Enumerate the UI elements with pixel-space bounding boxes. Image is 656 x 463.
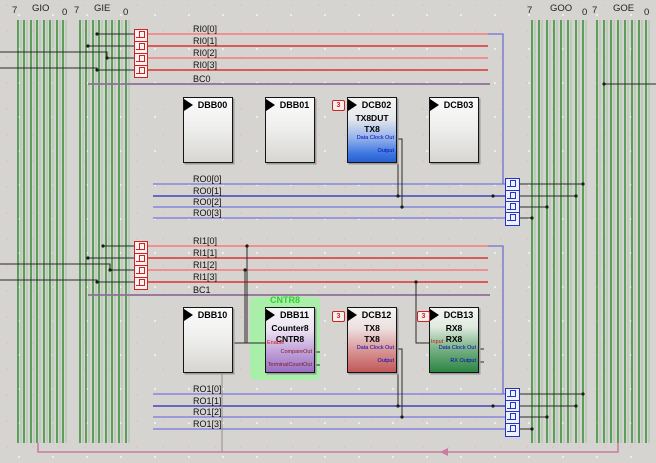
block-dbb10[interactable]: DBB10 — [183, 307, 233, 373]
block-dcb13[interactable]: DCB13 RX8 RX8 Input Data Clock Out RX Ou… — [429, 307, 479, 373]
resource-count-badge: 3 — [332, 100, 345, 111]
gie-hi-index: 7 — [74, 6, 79, 16]
resource-count-badge: 3 — [417, 311, 430, 322]
block-title: DBB00 — [193, 100, 232, 110]
block-corner-icon — [348, 99, 357, 111]
net-label-ro0-1: RO0[1] — [193, 186, 222, 196]
pin-terminal-count-out[interactable]: TerminalCountOut — [266, 362, 312, 368]
pin-enable[interactable]: Enable — [267, 340, 284, 346]
junction-dots — [86, 32, 605, 430]
block-title: DBB11 — [275, 310, 314, 320]
block-title: DCB12 — [357, 310, 396, 320]
net-label-ro1-2: RO1[2] — [193, 407, 222, 417]
block-title: DBB10 — [193, 310, 232, 320]
wiring-layer — [0, 0, 656, 463]
block-user-name: Counter8 — [266, 323, 314, 333]
net-label-ri1-1: RI1[1] — [193, 248, 217, 258]
block-type-name: TX8 — [348, 124, 396, 134]
goe-lo-index: 0 — [644, 8, 649, 18]
net-label-ro0-0: RO0[0] — [193, 174, 222, 184]
pin-data-clock-out[interactable]: Data Clock Out — [348, 345, 394, 351]
block-dbb11[interactable]: DBB11 Counter8 CNTR8 Enable CompareOut T… — [265, 307, 315, 373]
block-type-name: TX8 — [348, 334, 396, 344]
block-user-name: TX8 — [348, 323, 396, 333]
block-user-name: TX8DUT — [348, 113, 396, 123]
pin-output[interactable]: Output — [348, 358, 394, 364]
pin-rx-output[interactable]: RX Output — [430, 358, 476, 364]
gio-lo-index: 0 — [62, 8, 67, 18]
net-label-ri0-3: RI0[3] — [193, 60, 217, 70]
block-corner-icon — [184, 99, 193, 111]
net-label-ri1-3: RI1[3] — [193, 272, 217, 282]
net-ri0[interactable] — [88, 34, 490, 84]
net-label-ri1-2: RI1[2] — [193, 260, 217, 270]
pin-data-clock-out[interactable]: Data Clock Out — [430, 345, 476, 351]
bottom-feedback-route[interactable] — [38, 443, 618, 456]
block-corner-icon — [266, 309, 275, 321]
goo-bus-label: GOO — [550, 4, 572, 14]
net-label-ro0-3: RO0[3] — [193, 208, 222, 218]
block-dcb12[interactable]: DCB12 TX8 TX8 Data Clock Out Output — [347, 307, 397, 373]
block-dbb01[interactable]: DBB01 — [265, 97, 315, 163]
goe-hi-index: 7 — [592, 6, 597, 16]
gie-bus-label: GIE — [94, 4, 110, 14]
pin-output[interactable]: Output — [348, 148, 394, 154]
goo-lo-index: 0 — [582, 8, 587, 18]
net-label-ro1-0: RO1[0] — [193, 384, 222, 394]
sync-icon[interactable] — [134, 277, 148, 290]
block-dbb00[interactable]: DBB00 — [183, 97, 233, 163]
gio-hi-index: 7 — [12, 6, 17, 16]
net-label-bc1: BC1 — [193, 285, 211, 295]
pin-data-clock-out[interactable]: Data Clock Out — [348, 135, 394, 141]
selection-highlight-label: CNTR8 — [250, 295, 320, 305]
net-label-bc0: BC0 — [193, 74, 211, 84]
gio-bus-label: GIO — [32, 4, 49, 14]
gie-lo-index: 0 — [123, 8, 128, 18]
pin-compare-out[interactable]: CompareOut — [266, 349, 312, 355]
block-title: DCB03 — [439, 100, 478, 110]
block-corner-icon — [184, 309, 193, 321]
block-corner-icon — [430, 99, 439, 111]
net-label-ri0-1: RI0[1] — [193, 36, 217, 46]
goo-hi-index: 7 — [527, 6, 532, 16]
net-label-ri1-0: RI1[0] — [193, 236, 217, 246]
interconnect-view: 7 GIO 0 7 GIE 0 7 GOO 0 7 GOE 0 CNTR8 — [0, 0, 656, 463]
block-title: DCB02 — [357, 100, 396, 110]
bus-gio-lines[interactable] — [18, 20, 66, 443]
block-dcb02[interactable]: DCB02 TX8DUT TX8 Data Clock Out Output — [347, 97, 397, 163]
net-label-ro1-1: RO1[1] — [193, 396, 222, 406]
block-corner-icon — [430, 309, 439, 321]
output-driver-icon[interactable] — [505, 212, 520, 226]
bus-goo-lines[interactable] — [532, 20, 586, 443]
block-title: DCB13 — [439, 310, 478, 320]
net-label-ro1-3: RO1[3] — [193, 419, 222, 429]
output-driver-icon[interactable] — [505, 423, 520, 437]
net-label-ro0-2: RO0[2] — [193, 197, 222, 207]
block-title: DBB01 — [275, 100, 314, 110]
goe-bus-label: GOE — [613, 4, 634, 14]
direction-arrow-icon — [440, 448, 448, 456]
block-corner-icon — [348, 309, 357, 321]
net-ri1[interactable] — [88, 246, 490, 295]
block-user-name: RX8 — [430, 323, 478, 333]
sync-icon[interactable] — [134, 65, 148, 78]
resource-count-badge: 3 — [332, 311, 345, 322]
net-label-ri0-0: RI0[0] — [193, 24, 217, 34]
block-dcb03[interactable]: DCB03 — [429, 97, 479, 163]
block-corner-icon — [266, 99, 275, 111]
net-label-ri0-2: RI0[2] — [193, 48, 217, 58]
